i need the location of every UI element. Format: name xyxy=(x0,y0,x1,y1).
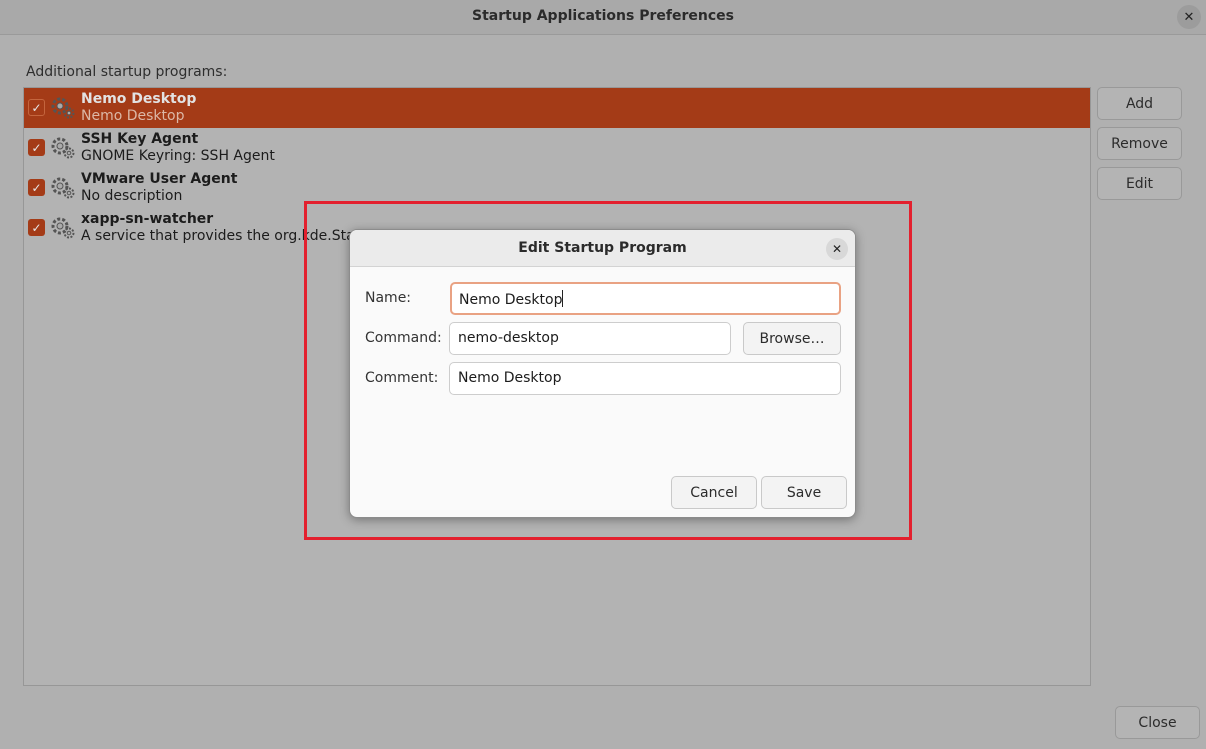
save-button[interactable]: Save xyxy=(761,476,847,509)
name-label: Name: xyxy=(365,290,412,306)
window-title: Startup Applications Preferences xyxy=(472,8,734,24)
item-description: GNOME Keyring: SSH Agent xyxy=(81,148,275,164)
close-button[interactable]: Close xyxy=(1115,706,1200,739)
edit-startup-dialog: Edit Startup Program ✕ Name: Nemo Deskto… xyxy=(349,229,856,518)
close-icon[interactable]: ✕ xyxy=(826,238,848,260)
item-name: SSH Key Agent xyxy=(81,131,199,147)
enabled-checkbox[interactable]: ✓ xyxy=(28,219,45,236)
add-button[interactable]: Add xyxy=(1097,87,1182,120)
remove-button[interactable]: Remove xyxy=(1097,127,1182,160)
enabled-checkbox[interactable]: ✓ xyxy=(28,99,45,116)
item-description: Nemo Desktop xyxy=(81,108,185,124)
enabled-checkbox[interactable]: ✓ xyxy=(28,179,45,196)
cancel-button[interactable]: Cancel xyxy=(671,476,757,509)
item-name: Nemo Desktop xyxy=(81,91,197,107)
comment-label: Comment: xyxy=(365,370,439,386)
item-name: VMware User Agent xyxy=(81,171,238,187)
text-caret xyxy=(562,290,564,307)
section-label: Additional startup programs: xyxy=(26,64,228,80)
dialog-header: Edit Startup Program ✕ xyxy=(350,230,855,267)
command-field[interactable]: nemo-desktop xyxy=(449,322,731,355)
gear-icon xyxy=(51,177,75,199)
gear-icon xyxy=(51,97,75,119)
list-item[interactable]: ✓ Nemo Desktop Nemo Desktop xyxy=(24,88,1090,128)
item-name: xapp-sn-watcher xyxy=(81,211,214,227)
command-label: Command: xyxy=(365,330,442,346)
comment-field[interactable]: Nemo Desktop xyxy=(449,362,841,395)
edit-button[interactable]: Edit xyxy=(1097,167,1182,200)
window-titlebar: Startup Applications Preferences ✕ xyxy=(0,0,1206,35)
list-item[interactable]: ✓ SSH Key Agent GNOME Keyring: SSH Agent xyxy=(24,128,1090,168)
gear-icon xyxy=(51,217,75,239)
enabled-checkbox[interactable]: ✓ xyxy=(28,139,45,156)
item-description: No description xyxy=(81,188,183,204)
name-field-value: Nemo Desktop xyxy=(459,292,563,308)
gear-icon xyxy=(51,137,75,159)
dialog-title: Edit Startup Program xyxy=(518,240,687,256)
close-icon[interactable]: ✕ xyxy=(1177,5,1201,29)
browse-button[interactable]: Browse… xyxy=(743,322,841,355)
name-field[interactable]: Nemo Desktop xyxy=(450,282,841,315)
